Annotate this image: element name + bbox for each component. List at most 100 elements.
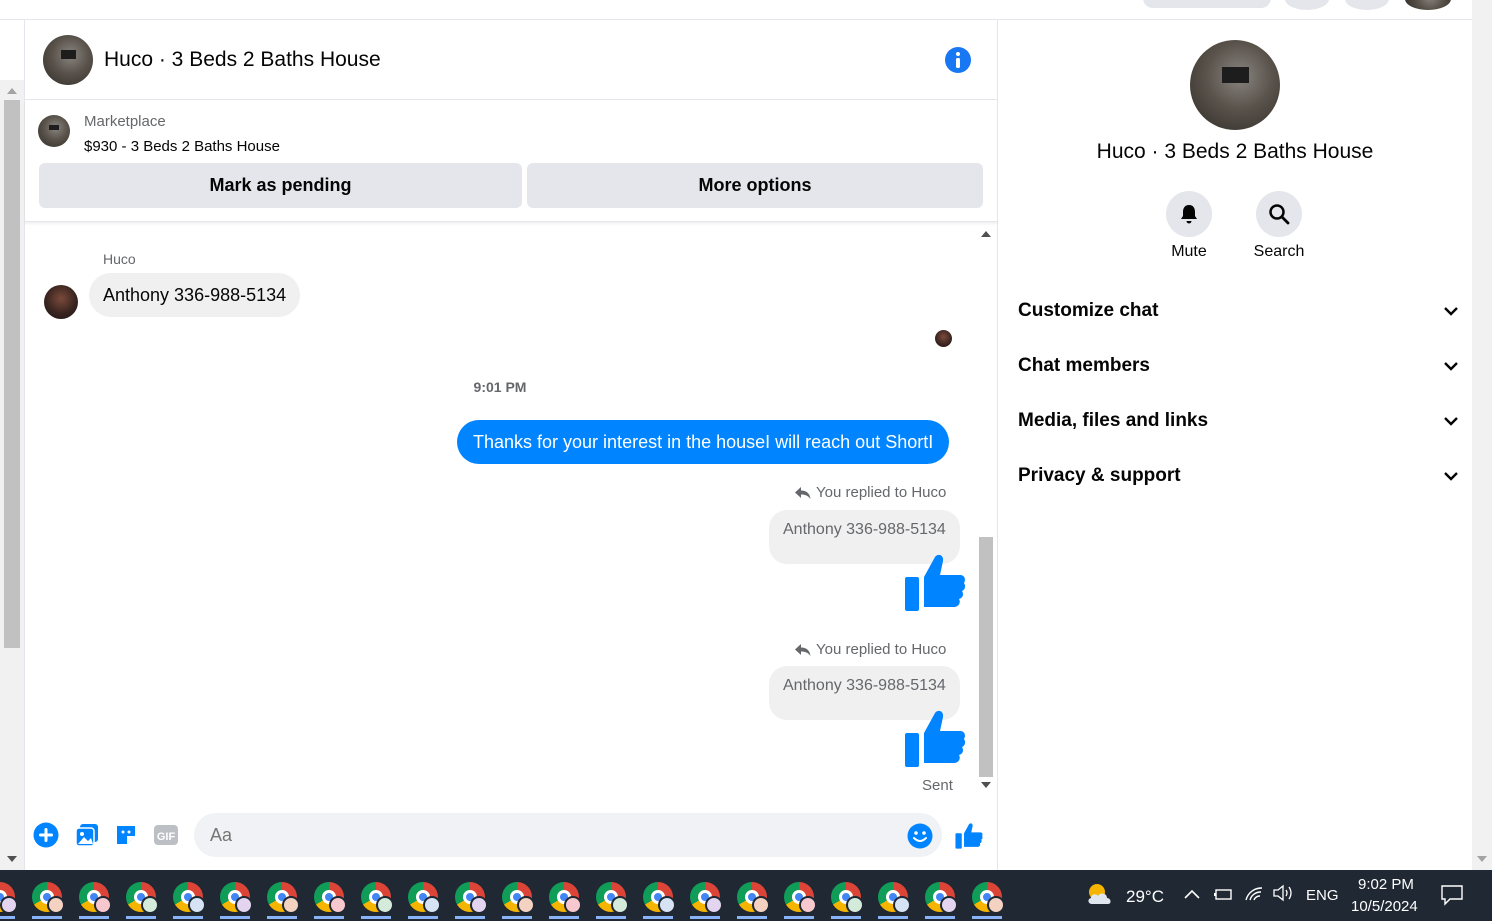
privacy-support-section[interactable]: Privacy & support bbox=[1018, 456, 1458, 496]
marketplace-banner: Marketplace $930 - 3 Beds 2 Baths House … bbox=[25, 100, 998, 222]
sticker-icon[interactable] bbox=[114, 823, 138, 847]
chevron-up-icon[interactable] bbox=[1184, 888, 1200, 900]
scroll-down-arrow-icon[interactable] bbox=[981, 782, 991, 790]
chrome-taskbar-icon[interactable] bbox=[925, 882, 958, 919]
chrome-taskbar-icon[interactable] bbox=[0, 882, 18, 919]
gif-icon[interactable]: GIF bbox=[153, 823, 179, 847]
search-label[interactable]: Search bbox=[1238, 243, 1320, 261]
chevron-down-icon bbox=[1444, 416, 1458, 426]
top-nav-strip bbox=[0, 0, 1492, 20]
media-files-links-section[interactable]: Media, files and links bbox=[1018, 401, 1458, 441]
battery-icon[interactable] bbox=[1213, 886, 1233, 902]
window-scrollbar[interactable] bbox=[1472, 0, 1492, 870]
chrome-taskbar-icon[interactable] bbox=[173, 882, 206, 919]
scroll-down-arrow-icon[interactable] bbox=[7, 856, 17, 864]
notifications-icon[interactable] bbox=[1440, 884, 1464, 906]
conversation-photo[interactable] bbox=[1190, 40, 1280, 130]
chrome-taskbar-icon[interactable] bbox=[690, 882, 723, 919]
active-indicator bbox=[314, 916, 344, 919]
chrome-taskbar-icon[interactable] bbox=[79, 882, 112, 919]
sender-avatar[interactable] bbox=[44, 285, 78, 319]
active-indicator bbox=[878, 916, 908, 919]
scrollbar-thumb[interactable] bbox=[979, 537, 993, 777]
search-icon bbox=[1269, 204, 1290, 225]
chrome-taskbar-icon[interactable] bbox=[314, 882, 347, 919]
chrome-taskbar-icon[interactable] bbox=[831, 882, 864, 919]
search-button[interactable] bbox=[1256, 191, 1302, 237]
thumbs-up-sticker-icon[interactable] bbox=[904, 553, 966, 613]
profile-badge-icon bbox=[940, 896, 958, 914]
profile-badge-icon bbox=[329, 896, 347, 914]
clock-time[interactable]: 9:02 PM bbox=[1358, 876, 1414, 893]
conversation-title[interactable]: Huco · 3 Beds 2 Baths House bbox=[104, 48, 381, 72]
thumbs-up-sticker-icon[interactable] bbox=[904, 709, 966, 769]
nav-round-button[interactable] bbox=[1345, 0, 1389, 10]
chrome-taskbar-icon[interactable] bbox=[455, 882, 488, 919]
info-icon[interactable] bbox=[944, 46, 972, 74]
chrome-taskbar-icon[interactable] bbox=[972, 882, 1005, 919]
active-indicator bbox=[361, 916, 391, 919]
chrome-taskbar-icon[interactable] bbox=[267, 882, 300, 919]
wifi-icon[interactable] bbox=[1244, 884, 1264, 902]
chrome-taskbar-icon[interactable] bbox=[502, 882, 535, 919]
chrome-taskbar-icon[interactable] bbox=[126, 882, 159, 919]
profile-badge-icon bbox=[799, 896, 817, 914]
chrome-taskbar-icon[interactable] bbox=[643, 882, 676, 919]
chrome-taskbar-icon[interactable] bbox=[784, 882, 817, 919]
conversation-name: Huco · 3 Beds 2 Baths House bbox=[1096, 140, 1374, 163]
profile-badge-icon bbox=[987, 896, 1005, 914]
plus-icon[interactable] bbox=[33, 822, 59, 848]
page-scrollbar[interactable] bbox=[0, 80, 24, 870]
listing-title[interactable]: $930 - 3 Beds 2 Baths House bbox=[84, 138, 280, 155]
reply-label: You replied to Huco bbox=[816, 641, 947, 658]
mark-as-pending-button[interactable]: Mark as pending bbox=[39, 163, 522, 208]
nav-pill-button[interactable] bbox=[1143, 0, 1271, 8]
profile-badge-icon bbox=[611, 896, 629, 914]
customize-chat-section[interactable]: Customize chat bbox=[1018, 291, 1458, 331]
chat-members-section[interactable]: Chat members bbox=[1018, 346, 1458, 386]
active-indicator bbox=[596, 916, 626, 919]
profile-badge-icon bbox=[517, 896, 535, 914]
chrome-taskbar-icon[interactable] bbox=[878, 882, 911, 919]
scroll-down-arrow-icon[interactable] bbox=[1477, 856, 1487, 864]
profile-badge-icon bbox=[188, 896, 206, 914]
emoji-icon[interactable] bbox=[907, 823, 933, 849]
bell-icon bbox=[1181, 205, 1197, 224]
chrome-taskbar-icon[interactable] bbox=[737, 882, 770, 919]
active-indicator bbox=[220, 916, 250, 919]
volume-icon[interactable] bbox=[1272, 884, 1294, 902]
section-label: Media, files and links bbox=[1018, 410, 1209, 431]
listing-thumbnail[interactable] bbox=[38, 115, 70, 147]
outgoing-message[interactable]: Thanks for your interest in the houseI w… bbox=[457, 420, 950, 464]
incoming-message[interactable]: Anthony 336-988-5134 bbox=[89, 273, 301, 317]
active-indicator bbox=[32, 916, 62, 919]
mute-button[interactable] bbox=[1166, 191, 1212, 237]
weather-temperature[interactable]: 29°C bbox=[1126, 887, 1164, 907]
chrome-taskbar-icon[interactable] bbox=[361, 882, 394, 919]
chrome-taskbar-icon[interactable] bbox=[549, 882, 582, 919]
clock-date[interactable]: 10/5/2024 bbox=[1351, 898, 1418, 915]
account-avatar[interactable] bbox=[1405, 0, 1451, 10]
nav-round-button[interactable] bbox=[1285, 0, 1329, 10]
scroll-up-arrow-icon[interactable] bbox=[7, 86, 17, 94]
chrome-taskbar-icon[interactable] bbox=[408, 882, 441, 919]
chrome-taskbar-icon[interactable] bbox=[32, 882, 65, 919]
scrollbar-thumb[interactable] bbox=[4, 100, 20, 648]
conversation-avatar[interactable] bbox=[43, 35, 93, 85]
chat-panel: Huco · 3 Beds 2 Baths House Marketplace … bbox=[24, 20, 998, 870]
photo-icon[interactable] bbox=[75, 823, 99, 847]
message-input[interactable] bbox=[194, 813, 942, 857]
message-list: Huco Anthony 336-988-5134 9:01 PM Thanks… bbox=[25, 223, 998, 803]
mute-label[interactable]: Mute bbox=[1148, 243, 1230, 261]
scroll-up-arrow-icon[interactable] bbox=[981, 229, 991, 237]
active-indicator bbox=[502, 916, 532, 919]
chrome-taskbar-icon[interactable] bbox=[220, 882, 253, 919]
like-icon[interactable] bbox=[955, 822, 983, 850]
weather-icon[interactable] bbox=[1084, 880, 1116, 910]
input-language[interactable]: ENG bbox=[1306, 887, 1339, 904]
message-scrollbar[interactable] bbox=[976, 227, 996, 795]
chrome-taskbar-icon[interactable] bbox=[596, 882, 629, 919]
message-timestamp: 9:01 PM bbox=[473, 379, 527, 395]
more-options-button[interactable]: More options bbox=[527, 163, 983, 208]
chat-header: Huco · 3 Beds 2 Baths House bbox=[25, 20, 998, 100]
